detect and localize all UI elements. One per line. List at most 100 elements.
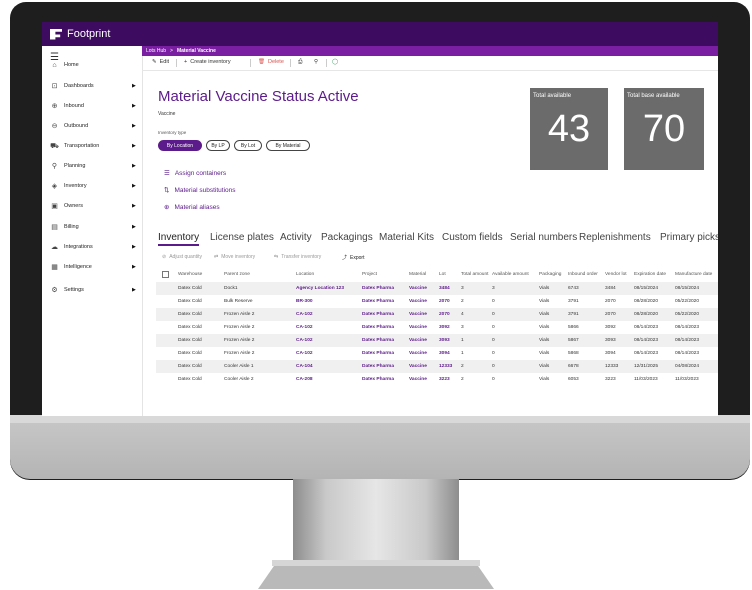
table-cell[interactable]: 3092 (439, 325, 450, 330)
table-cell[interactable]: Datex Pharma (362, 299, 394, 304)
attach-button[interactable]: ⚲ (314, 59, 318, 65)
action-export[interactable]: ⤴ Export (342, 254, 364, 262)
sidebar-item-settings[interactable]: ⚙ Settings ▶ (42, 282, 142, 298)
table-cell[interactable]: 12333 (439, 364, 452, 369)
table-cell[interactable]: CA-102 (296, 325, 313, 330)
table-cell[interactable]: Datex Pharma (362, 377, 394, 382)
sidebar-item-owners[interactable]: ▣ Owners ▶ (42, 198, 142, 214)
table-cell[interactable]: CA-102 (296, 351, 313, 356)
table-row[interactable]: Datex Cold Frozen Aisle 2 CA-102 Datex Phar… (156, 347, 718, 360)
table-row[interactable]: Datex Cold Cooler Aisle 2 CA-208 Datex Phar… (156, 373, 718, 386)
sidebar-item-inventory[interactable]: ◈ Inventory ▶ (42, 178, 142, 194)
column-header[interactable]: Location (296, 272, 314, 277)
table-cell[interactable]: Vaccine (409, 338, 427, 343)
table-cell[interactable]: Datex Pharma (362, 351, 394, 356)
action-move-inventory[interactable]: ⇄ Move inventory (214, 254, 255, 260)
table-cell[interactable]: Vaccine (409, 325, 427, 330)
table-row[interactable]: Datex Cold Bulk Reserve BR-300 Datex Pharma… (156, 295, 718, 308)
table-cell[interactable]: 2070 (439, 312, 450, 317)
table-cell[interactable]: Vaccine (409, 299, 427, 304)
sidebar-item-home[interactable]: ⌂ Home (42, 57, 142, 73)
table-row[interactable]: Datex Cold Frozen Aisle 2 CA-102 Datex Phar… (156, 334, 718, 347)
table-cell[interactable]: CA-208 (296, 377, 313, 382)
tab-inventory[interactable]: Inventory (158, 232, 200, 246)
inventory-type-label: Inventory type (158, 130, 187, 135)
breadcrumb-parent[interactable]: Lots Hub (146, 48, 166, 54)
table-cell[interactable]: Datex Pharma (362, 312, 394, 317)
table-cell: 5867 (568, 338, 579, 343)
sidebar-item-planning[interactable]: ⚲ Planning ▶ (42, 158, 142, 174)
chat-button[interactable]: ◯ (332, 59, 338, 65)
inventory-type-by-location[interactable]: By Location (158, 140, 202, 151)
sidebar-item-intelligence[interactable]: ▦ Intelligence ▶ (42, 259, 142, 275)
tab-primary-picks[interactable]: Primary picks (660, 232, 718, 243)
tab-serial-numbers[interactable]: Serial numbers (510, 232, 577, 243)
table-cell[interactable]: Datex Pharma (362, 364, 394, 369)
sidebar-item-outbound[interactable]: ⊖ Outbound ▶ (42, 118, 142, 134)
sidebar-item-inbound[interactable]: ⊕ Inbound ▶ (42, 98, 142, 114)
select-all-checkbox[interactable] (162, 271, 169, 278)
edit-button[interactable]: ✎ Edit (152, 59, 169, 65)
table-cell[interactable]: Vaccine (409, 286, 427, 291)
link-material-substitutions[interactable]: ⇅ Material substitutions (164, 186, 236, 195)
action-transfer-inventory[interactable]: ⇆ Transfer inventory (274, 254, 321, 260)
table-cell[interactable]: 3484 (439, 286, 450, 291)
tab-material-kits[interactable]: Material Kits (379, 232, 434, 243)
table-cell[interactable]: Datex Pharma (362, 286, 394, 291)
column-header[interactable]: Material (409, 272, 426, 277)
column-header[interactable]: Parent zone (224, 272, 250, 277)
column-header[interactable]: Warehouse (178, 272, 202, 277)
table-cell[interactable]: 3093 (439, 338, 450, 343)
tab-custom-fields[interactable]: Custom fields (442, 232, 503, 243)
column-header[interactable]: Vendor lot (605, 272, 627, 277)
column-header[interactable]: Project (362, 272, 377, 277)
sidebar-item-label: Transportation (64, 143, 100, 149)
inventory-type-by-lp[interactable]: By LP (206, 140, 230, 151)
sidebar-item-dashboards[interactable]: ⊡ Dashboards ▶ (42, 78, 142, 94)
column-header[interactable]: Expiration date (634, 272, 666, 277)
table-cell[interactable]: 3223 (439, 377, 450, 382)
pencil-icon: ✎ (152, 59, 157, 65)
table-cell[interactable]: Datex Pharma (362, 325, 394, 330)
sidebar-item-label: Dashboards (64, 83, 94, 89)
table-cell[interactable]: BR-300 (296, 299, 313, 304)
tab-replenishments[interactable]: Replenishments (579, 232, 651, 243)
sidebar-item-transportation[interactable]: ⛟ Transportation ▶ (42, 138, 142, 154)
action-adjust-quantity[interactable]: ⊘ Adjust quantity (162, 254, 202, 260)
inventory-type-by-material[interactable]: By Material (266, 140, 310, 151)
column-header[interactable]: Available amount (492, 272, 529, 277)
column-header[interactable]: Lot (439, 272, 446, 277)
sidebar-item-billing[interactable]: ▤ Billing ▶ (42, 219, 142, 235)
table-cell[interactable]: Vaccine (409, 377, 427, 382)
table-row[interactable]: Datex Cold Dock1 Agency Location 123 Datex … (156, 282, 718, 295)
table-cell[interactable]: CA-102 (296, 312, 313, 317)
tab-activity[interactable]: Activity (280, 232, 312, 243)
table-cell[interactable]: Vaccine (409, 312, 427, 317)
inventory-type-by-lot[interactable]: By Lot (234, 140, 262, 151)
print-button[interactable]: ⎙ (298, 59, 302, 66)
trash-icon: 🗑 (258, 59, 265, 65)
column-header[interactable]: Packaging (539, 272, 561, 277)
table-cell[interactable]: CA-102 (296, 338, 313, 343)
column-header[interactable]: Inbound order (568, 272, 598, 277)
create-inventory-button[interactable]: + Create inventory (184, 59, 231, 65)
link-material-aliases[interactable]: ⊕ Material aliases (164, 203, 220, 212)
link-assign-containers[interactable]: ☰ Assign containers (164, 169, 226, 178)
sidebar-item-integrations[interactable]: ☁ Integrations ▶ (42, 239, 142, 255)
delete-button[interactable]: 🗑 Delete (258, 59, 284, 65)
table-cell[interactable]: CA-104 (296, 364, 313, 369)
table-cell[interactable]: 3094 (439, 351, 450, 356)
tab-packagings[interactable]: Packagings (321, 232, 373, 243)
table-cell[interactable]: Agency Location 123 (296, 286, 344, 291)
table-cell[interactable]: Vaccine (409, 364, 427, 369)
tab-license-plates[interactable]: License plates (210, 232, 274, 243)
table-cell[interactable]: Vaccine (409, 351, 427, 356)
app-logo[interactable]: Footprint (50, 27, 110, 41)
table-row[interactable]: Datex Cold Frozen Aisle 2 CA-102 Datex Phar… (156, 321, 718, 334)
table-row[interactable]: Datex Cold Cooler Aisle 1 CA-104 Datex Phar… (156, 360, 718, 373)
column-header[interactable]: Manufacture date (675, 272, 712, 277)
column-header[interactable]: Total amount (461, 272, 488, 277)
table-row[interactable]: Datex Cold Frozen Aisle 2 CA-102 Datex Phar… (156, 308, 718, 321)
table-cell[interactable]: 2070 (439, 299, 450, 304)
table-cell[interactable]: Datex Pharma (362, 338, 394, 343)
